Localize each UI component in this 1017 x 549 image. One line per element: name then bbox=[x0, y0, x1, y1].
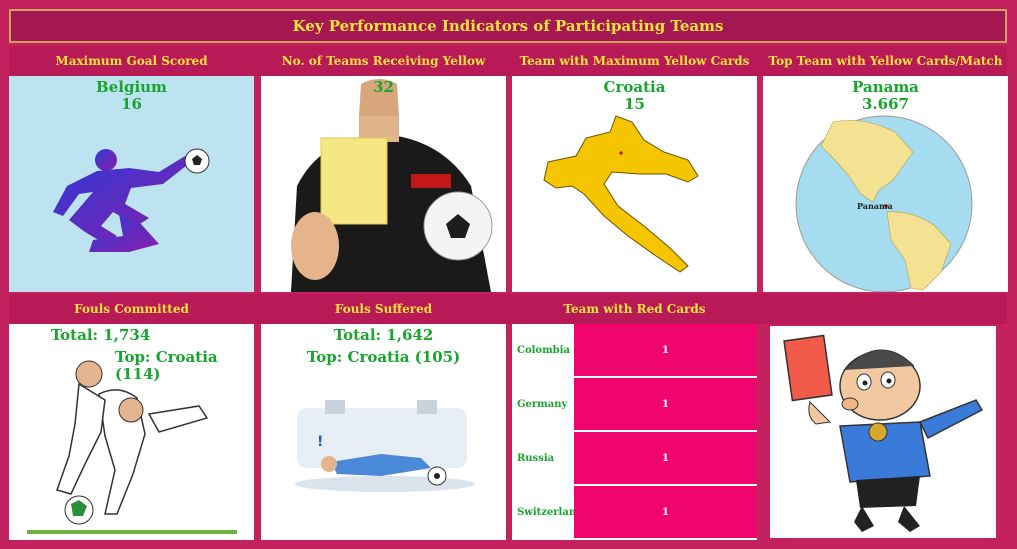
kpi-card-yellow-per-match[interactable]: Panama 3.667 Panama bbox=[763, 76, 1008, 292]
kpi-title-fouls-suffered: Fouls Suffered bbox=[334, 302, 433, 316]
kpi-total-fouls-suffered: Total: 1,642 bbox=[333, 326, 434, 344]
kpi-title-max-yellow: Team with Maximum Yellow Cards bbox=[519, 54, 750, 68]
kpi-value-max-goals: 16 bbox=[121, 95, 142, 113]
table-row[interactable]: Russia 1 bbox=[512, 432, 757, 486]
referee-yellow-card-illustration bbox=[291, 79, 493, 292]
kpi-value-yellow-teams: 32 bbox=[373, 78, 394, 96]
red-card-count: 1 bbox=[574, 324, 757, 377]
kpi-top-fouls-suffered: Top: Croatia (105) bbox=[306, 348, 461, 366]
red-card-count: 1 bbox=[574, 378, 757, 431]
table-row[interactable]: Germany 1 bbox=[512, 378, 757, 432]
referee-red-card-illustration bbox=[783, 334, 984, 532]
kpi-team-yellow-per-match: Panama bbox=[852, 78, 919, 96]
ball-icon bbox=[64, 495, 94, 525]
red-card-team: Germany bbox=[512, 378, 574, 432]
referee-red-card-card bbox=[770, 326, 996, 538]
kpi-card-yellow-teams[interactable]: 32 bbox=[261, 76, 506, 292]
dashboard-title: Key Performance Indicators of Participat… bbox=[292, 17, 724, 35]
yellow-card-icon bbox=[320, 137, 388, 225]
kpi-title-fouls-committed: Fouls Committed bbox=[74, 302, 189, 316]
kpi-card-fouls-suffered[interactable]: ! Total: 1,642 Top: Croatia (105) bbox=[261, 324, 506, 540]
kpi-card-max-yellow[interactable]: Croatia 15 bbox=[512, 76, 757, 292]
kpi-value-max-yellow: 15 bbox=[624, 95, 645, 113]
kpi-card-fouls-committed[interactable]: Total: 1,734 Top: Croatia (114) bbox=[9, 324, 254, 540]
svg-text:!: ! bbox=[317, 434, 323, 450]
kpi-total-fouls-committed: Total: 1,734 bbox=[50, 326, 151, 344]
ball-icon bbox=[184, 148, 210, 174]
table-row[interactable]: Colombia 1 bbox=[512, 324, 757, 378]
kpi-title-yellow-teams: No. of Teams Receiving Yellow Cards bbox=[281, 54, 486, 98]
kpi-card-red-cards[interactable]: Colombia 1 Germany 1 Russia 1 Switzerlan… bbox=[512, 324, 757, 540]
dashboard-title-bar: Key Performance Indicators of Participat… bbox=[9, 9, 1007, 43]
kpi-top-fouls-committed: Top: Croatia (114) bbox=[115, 348, 218, 383]
red-card-team: Russia bbox=[512, 432, 574, 486]
kpi-card-max-goals[interactable]: Belgium 16 bbox=[9, 76, 254, 292]
red-card-team: Switzerland bbox=[512, 486, 583, 540]
red-card-count: 1 bbox=[574, 432, 757, 485]
map-label-panama: Panama bbox=[857, 201, 893, 211]
red-card-count: 1 bbox=[574, 486, 757, 539]
kpi-value-yellow-per-match: 3.667 bbox=[862, 95, 909, 113]
red-card-team: Colombia bbox=[512, 324, 574, 378]
ball-icon bbox=[427, 466, 447, 486]
ball-icon bbox=[423, 191, 493, 261]
red-card-icon bbox=[783, 334, 833, 402]
kpi-team-max-goals: Belgium bbox=[96, 78, 167, 96]
kpi-title-red-cards: Team with Red Cards bbox=[563, 302, 706, 316]
kpi-title-max-goals: Maximum Goal Scored bbox=[55, 54, 208, 68]
kpi-title-yellow-per-match: Top Team with Yellow Cards/Match bbox=[768, 54, 1003, 68]
kpi-team-max-yellow: Croatia bbox=[603, 78, 666, 96]
table-row[interactable]: Switzerland 1 bbox=[512, 486, 757, 540]
red-cards-table: Colombia 1 Germany 1 Russia 1 Switzerlan… bbox=[512, 324, 757, 540]
